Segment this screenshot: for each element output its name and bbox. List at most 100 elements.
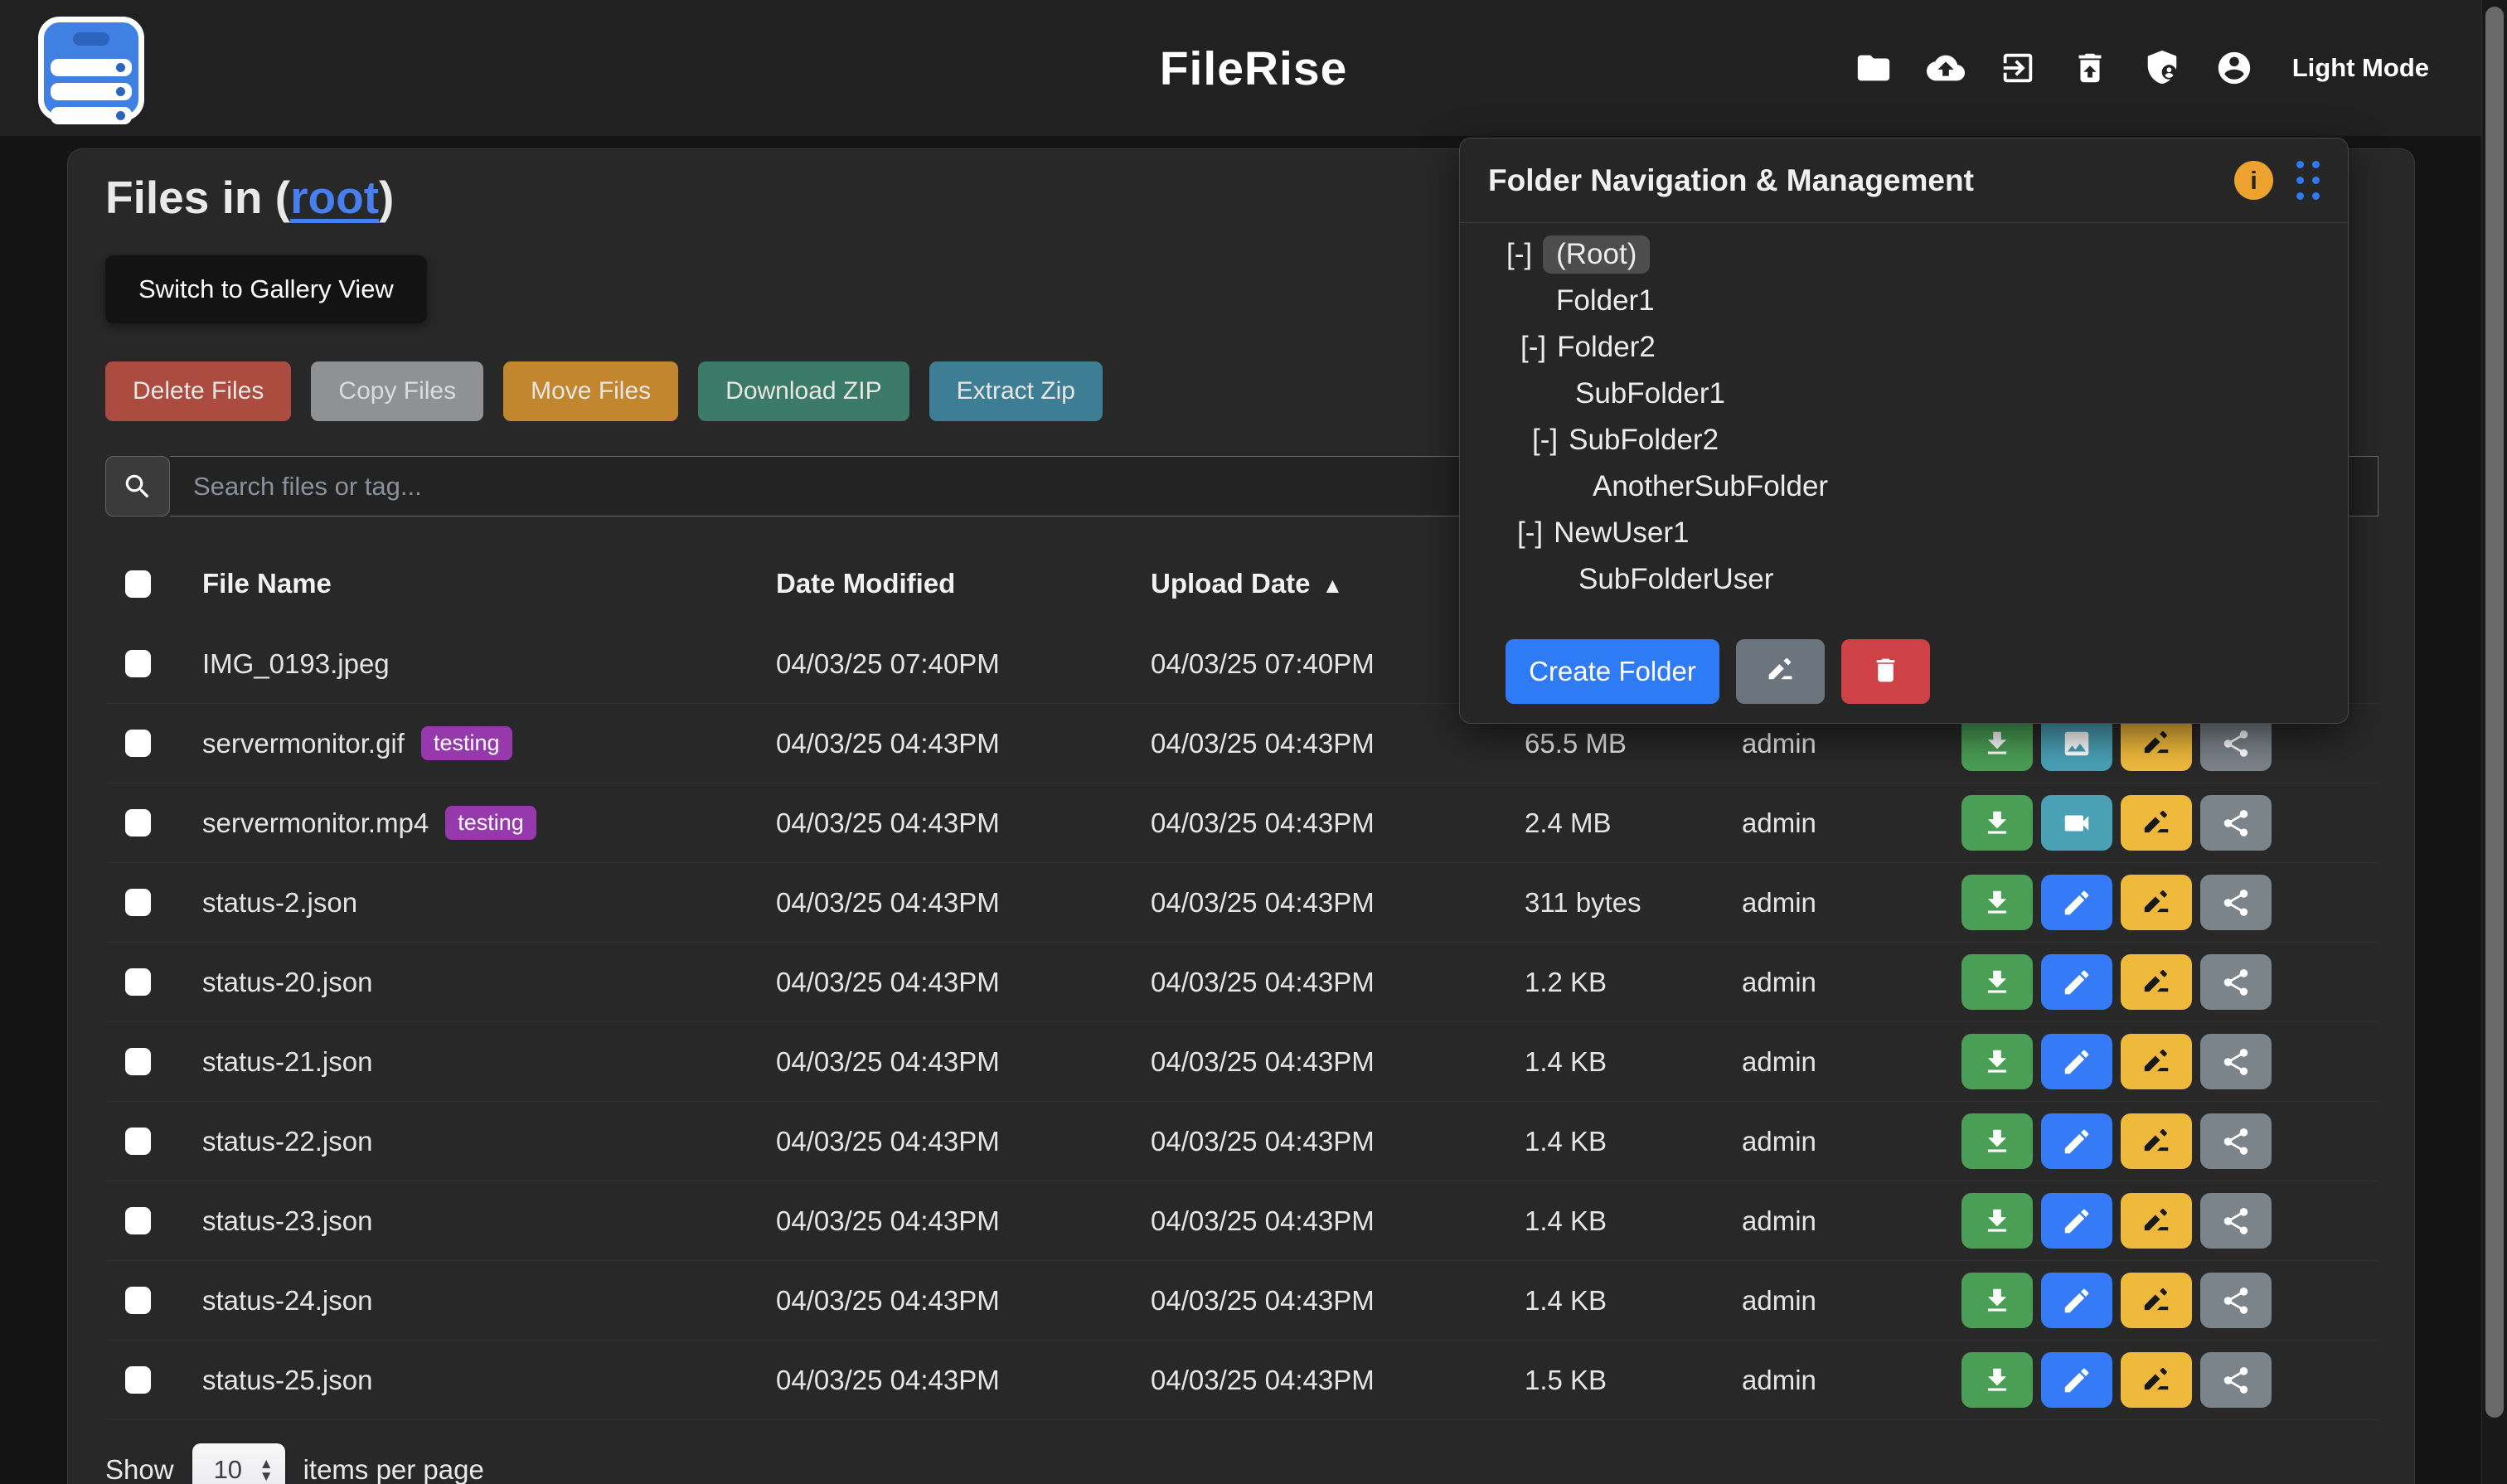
shield-user-icon[interactable] — [2143, 49, 2181, 87]
edit-button[interactable] — [2041, 1352, 2112, 1408]
collapse-toggle[interactable]: [-] — [1532, 424, 1558, 457]
share-button[interactable] — [2200, 715, 2272, 771]
folder-tree-item[interactable]: SubFolderUser — [1460, 556, 2348, 603]
row-checkbox[interactable] — [125, 809, 151, 837]
info-icon[interactable] — [2234, 161, 2273, 200]
share-button[interactable] — [2200, 1113, 2272, 1169]
uploader: admin — [1742, 887, 1961, 919]
delete-folder-button[interactable] — [1841, 639, 1930, 704]
uploader: admin — [1742, 1365, 1961, 1396]
download-button[interactable] — [1961, 715, 2033, 771]
rename-button[interactable] — [2121, 1034, 2192, 1089]
scrollbar-thumb[interactable] — [2485, 7, 2504, 1418]
collapse-toggle[interactable]: [-] — [1517, 516, 1543, 550]
rename-button[interactable] — [2121, 1113, 2192, 1169]
folder-tree-item[interactable]: [-] SubFolder2 — [1460, 417, 2348, 463]
rename-button[interactable] — [2121, 875, 2192, 930]
rename-button[interactable] — [2121, 715, 2192, 771]
file-size: 1.4 KB — [1525, 1126, 1742, 1157]
row-checkbox[interactable] — [125, 730, 151, 757]
download-button[interactable] — [1961, 1113, 2033, 1169]
folder-tree-item[interactable]: AnotherSubFolder — [1460, 463, 2348, 510]
edit-button[interactable] — [2041, 1273, 2112, 1328]
account-circle-icon[interactable] — [2215, 49, 2253, 87]
upload-date: 04/03/25 04:43PM — [1151, 1126, 1525, 1157]
download-button[interactable] — [1961, 954, 2033, 1010]
rename-button[interactable] — [2121, 1193, 2192, 1249]
file-size: 1.4 KB — [1525, 1205, 1742, 1237]
download-zip-button[interactable]: Download ZIP — [698, 361, 909, 421]
collapse-toggle[interactable]: [-] — [1506, 238, 1532, 271]
folder-tree-item[interactable]: Folder1 — [1460, 278, 2348, 324]
row-checkbox[interactable] — [125, 968, 151, 996]
logout-icon[interactable] — [1999, 49, 2037, 87]
date-modified: 04/03/25 07:40PM — [776, 648, 1151, 680]
folder-icon[interactable] — [1855, 49, 1893, 87]
root-folder-link[interactable]: root — [290, 172, 379, 223]
share-button[interactable] — [2200, 954, 2272, 1010]
create-folder-button[interactable]: Create Folder — [1506, 639, 1719, 704]
rename-button[interactable] — [2121, 795, 2192, 851]
row-checkbox[interactable] — [125, 889, 151, 916]
extract-zip-button[interactable]: Extract Zip — [929, 361, 1103, 421]
row-checkbox[interactable] — [125, 1366, 151, 1394]
video-button[interactable] — [2041, 795, 2112, 851]
edit-button[interactable] — [2041, 954, 2112, 1010]
folder-tree-item[interactable]: SubFolder1 — [1460, 371, 2348, 417]
share-button[interactable] — [2200, 795, 2272, 851]
folder-tree-item[interactable]: [-] Folder2 — [1460, 324, 2348, 371]
column-header-date-modified[interactable]: Date Modified — [776, 568, 1151, 599]
download-button[interactable] — [1961, 875, 2033, 930]
trash-restore-icon[interactable] — [2071, 49, 2109, 87]
move-files-button[interactable]: Move Files — [503, 361, 678, 421]
row-checkbox[interactable] — [125, 1207, 151, 1234]
share-button[interactable] — [2200, 1193, 2272, 1249]
share-button[interactable] — [2200, 1273, 2272, 1328]
column-header-file-name[interactable]: File Name — [202, 568, 776, 599]
drag-handle-icon[interactable] — [2296, 161, 2320, 200]
row-checkbox[interactable] — [125, 1048, 151, 1075]
folder-label: SubFolder2 — [1569, 424, 1719, 457]
download-button[interactable] — [1961, 1273, 2033, 1328]
delete-files-button[interactable]: Delete Files — [105, 361, 291, 421]
switch-gallery-view-button[interactable]: Switch to Gallery View — [105, 255, 427, 323]
image-button[interactable] — [2041, 715, 2112, 771]
rename-button[interactable] — [2121, 1273, 2192, 1328]
row-checkbox[interactable] — [125, 1287, 151, 1314]
edit-button[interactable] — [2041, 875, 2112, 930]
cloud-upload-icon[interactable] — [1927, 49, 1965, 87]
rename-button[interactable] — [2121, 1352, 2192, 1408]
file-name: servermonitor.gif — [202, 728, 405, 759]
folder-tree-item[interactable]: [-](Root) — [1460, 231, 2348, 278]
share-button[interactable] — [2200, 1034, 2272, 1089]
select-all-checkbox[interactable] — [125, 570, 151, 598]
row-checkbox[interactable] — [125, 650, 151, 677]
edit-button[interactable] — [2041, 1193, 2112, 1249]
row-action-buttons — [1961, 1352, 2378, 1408]
edit-button[interactable] — [2041, 1113, 2112, 1169]
row-action-buttons — [1961, 1113, 2378, 1169]
file-name: status-25.json — [202, 1365, 372, 1396]
download-button[interactable] — [1961, 795, 2033, 851]
table-row: status-23.json04/03/25 04:43PM04/03/25 0… — [105, 1181, 2378, 1261]
share-button[interactable] — [2200, 1352, 2272, 1408]
download-button[interactable] — [1961, 1034, 2033, 1089]
light-mode-toggle[interactable]: Light Mode — [2292, 53, 2429, 83]
download-button[interactable] — [1961, 1352, 2033, 1408]
upload-date: 04/03/25 04:43PM — [1151, 807, 1525, 839]
items-per-page-select[interactable]: 10 ▲▼ — [192, 1443, 285, 1484]
row-checkbox[interactable] — [125, 1128, 151, 1155]
copy-files-button[interactable]: Copy Files — [311, 361, 483, 421]
uploader: admin — [1742, 1126, 1961, 1157]
date-modified: 04/03/25 04:43PM — [776, 1285, 1151, 1317]
folder-tree-item[interactable]: [-]NewUser1 — [1460, 510, 2348, 556]
rename-button[interactable] — [2121, 954, 2192, 1010]
edit-button[interactable] — [2041, 1034, 2112, 1089]
download-button[interactable] — [1961, 1193, 2033, 1249]
uploader: admin — [1742, 1205, 1961, 1237]
collapse-toggle[interactable]: [-] — [1520, 331, 1546, 364]
row-action-buttons — [1961, 875, 2378, 930]
rename-folder-button[interactable] — [1736, 639, 1825, 704]
share-button[interactable] — [2200, 875, 2272, 930]
folder-label: Folder2 — [1557, 331, 1656, 364]
